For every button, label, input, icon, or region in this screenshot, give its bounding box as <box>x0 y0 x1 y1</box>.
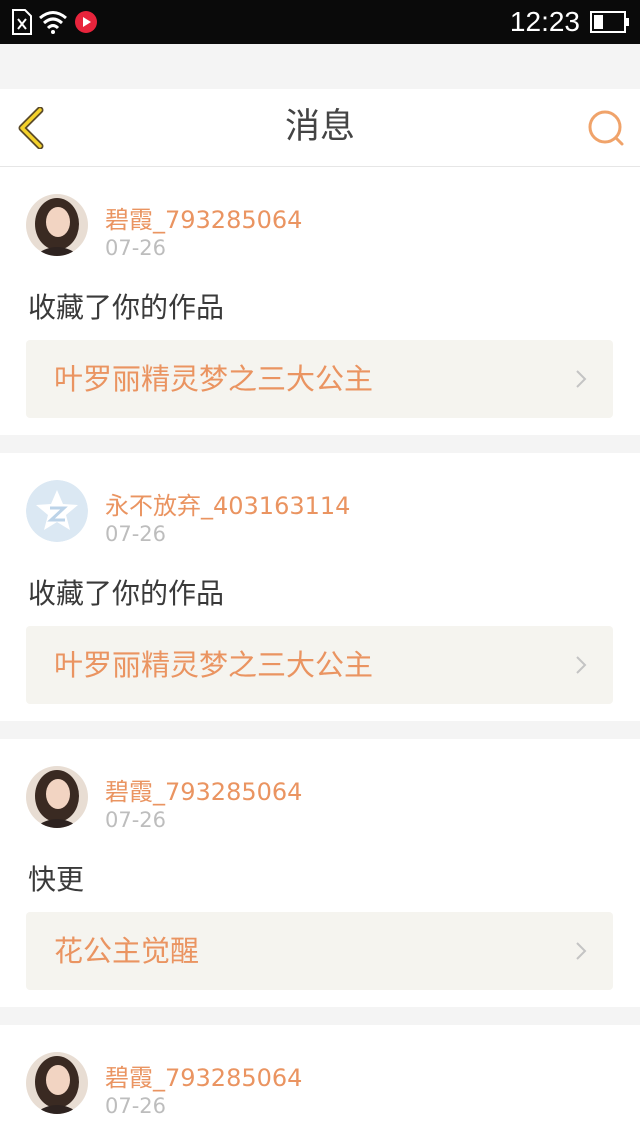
message-text: 快更 <box>28 863 85 896</box>
chevron-right-icon <box>576 370 587 388</box>
message-date: 07-26 <box>105 808 167 832</box>
user-name[interactable]: 碧霞_793285064 <box>105 200 302 235</box>
message-card: 碧霞_793285064 07-26 <box>0 1025 640 1138</box>
user-avatar[interactable] <box>26 766 88 828</box>
chevron-right-icon <box>576 942 587 960</box>
battery-icon <box>590 11 629 33</box>
video-app-icon <box>75 11 97 33</box>
user-name[interactable]: 碧霞_793285064 <box>105 1058 302 1093</box>
user-avatar[interactable] <box>26 194 88 256</box>
work-title: 叶罗丽精灵梦之三大公主 <box>54 362 374 396</box>
user-name[interactable]: 永不放弃_403163114 <box>105 486 350 521</box>
work-link[interactable]: 花公主觉醒 <box>26 912 613 990</box>
message-text: 收藏了你的作品 <box>28 291 225 324</box>
user-avatar[interactable] <box>26 480 88 542</box>
status-time: 12:23 <box>509 6 580 37</box>
nav-bar: 消息 <box>0 89 640 167</box>
message-text: 收藏了你的作品 <box>28 577 225 610</box>
message-date: 07-26 <box>105 522 167 546</box>
work-link[interactable]: 叶罗丽精灵梦之三大公主 <box>26 626 613 704</box>
work-link[interactable]: 叶罗丽精灵梦之三大公主 <box>26 340 613 418</box>
status-bar: 12:23 <box>0 0 640 44</box>
no-sim-icon <box>12 9 32 35</box>
page-title: 消息 <box>284 107 355 147</box>
user-name[interactable]: 碧霞_793285064 <box>105 772 302 807</box>
message-card: 永不放弃_403163114 07-26 收藏了你的作品 叶罗丽精灵梦之三大公主 <box>0 453 640 721</box>
message-card: 碧霞_793285064 07-26 收藏了你的作品 叶罗丽精灵梦之三大公主 <box>0 167 640 435</box>
user-avatar[interactable] <box>26 1052 88 1114</box>
message-date: 07-26 <box>105 236 167 260</box>
wifi-icon <box>39 11 67 34</box>
work-title: 花公主觉醒 <box>54 934 200 968</box>
chevron-right-icon <box>576 656 587 674</box>
search-icon[interactable] <box>586 108 626 148</box>
work-title: 叶罗丽精灵梦之三大公主 <box>54 648 374 682</box>
message-card: 碧霞_793285064 07-26 快更 花公主觉醒 <box>0 739 640 1007</box>
message-date: 07-26 <box>105 1094 167 1118</box>
